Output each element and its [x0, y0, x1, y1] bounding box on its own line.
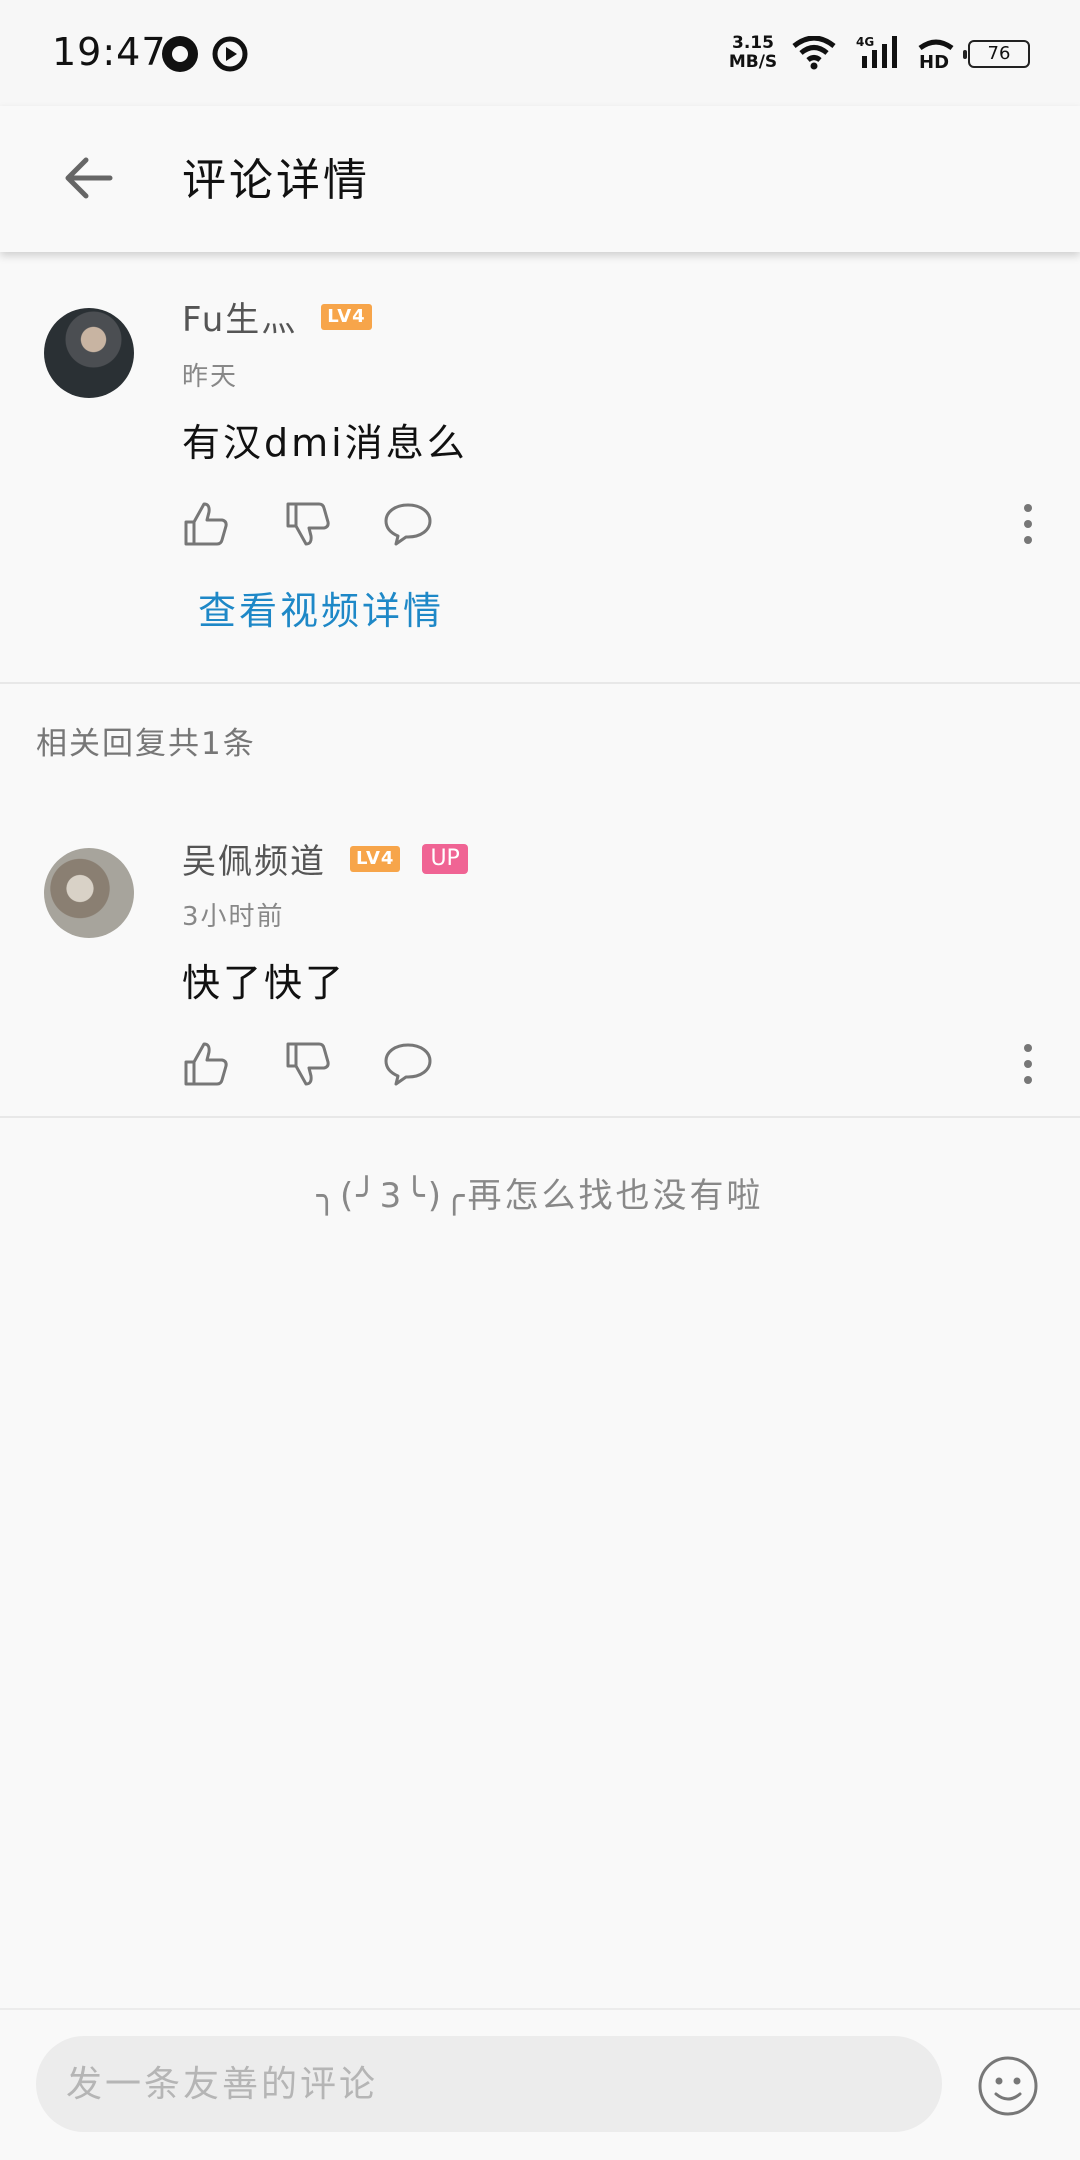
dislike-button[interactable] — [280, 496, 336, 552]
replies-count-label: 相关回复共1条 — [36, 726, 256, 762]
like-button[interactable] — [178, 496, 234, 552]
user-row: 吴佩频道 LV4 UP — [182, 834, 468, 883]
status-time: 19:47 — [52, 30, 167, 74]
up-badge: UP — [422, 843, 468, 874]
comment-input-bar — [0, 2008, 1080, 2160]
status-bar: 19:47 3.15 MB/S 4G HD 76 — [0, 0, 1080, 106]
signal-icon: 4G — [856, 34, 904, 74]
dislike-button[interactable] — [280, 1036, 336, 1092]
username[interactable]: 吴佩频道 — [182, 834, 326, 883]
page-title: 评论详情 — [182, 155, 370, 206]
like-icon — [184, 1042, 228, 1086]
avatar[interactable] — [44, 848, 134, 938]
back-arrow-icon — [65, 157, 113, 199]
comment-input[interactable] — [36, 2036, 942, 2132]
reply-icon — [384, 1043, 432, 1086]
username[interactable]: Fu生灬 — [182, 292, 297, 341]
net-speed-unit: MB/S — [728, 52, 778, 72]
back-button[interactable] — [52, 142, 124, 214]
view-video-link[interactable]: 查看视频详情 — [198, 580, 444, 635]
battery-level: 76 — [987, 43, 1011, 64]
net-speed: 3.15 MB/S — [728, 34, 778, 72]
divider — [0, 682, 1080, 684]
net-speed-value: 3.15 — [732, 33, 774, 53]
play-app-icon — [212, 36, 248, 72]
app-bar: 评论详情 — [0, 106, 1080, 252]
divider — [0, 1116, 1080, 1118]
reply-button[interactable] — [380, 1036, 436, 1092]
reply-icon — [384, 503, 432, 546]
emoji-icon — [978, 2056, 1038, 2116]
comment-actions — [178, 1036, 1058, 1096]
hd-call-icon: HD — [916, 34, 956, 74]
like-icon — [184, 502, 228, 546]
notification-app-icon — [162, 36, 198, 72]
comment-text: 快了快了 — [182, 961, 347, 1005]
like-button[interactable] — [178, 1036, 234, 1092]
comment-text: 有汉dmi消息么 — [182, 421, 468, 465]
comment-actions — [178, 496, 1058, 556]
battery-icon: 76 — [963, 40, 1030, 68]
more-icon — [1024, 1044, 1032, 1084]
avatar[interactable] — [44, 308, 134, 398]
reply-button[interactable] — [380, 496, 436, 552]
more-icon — [1024, 504, 1032, 544]
level-badge: LV4 — [350, 845, 401, 872]
more-button[interactable] — [1000, 496, 1056, 552]
user-row: Fu生灬 LV4 — [182, 292, 372, 341]
level-badge: LV4 — [321, 303, 372, 330]
dislike-icon — [286, 502, 330, 546]
comment-time: 昨天 — [182, 362, 239, 392]
network-type-label: 4G — [856, 35, 874, 49]
wifi-icon — [792, 35, 836, 74]
more-button[interactable] — [1000, 1036, 1056, 1092]
comment-time: 3小时前 — [182, 902, 285, 932]
hd-label: HD — [919, 52, 949, 70]
emoji-button[interactable] — [976, 2054, 1040, 2118]
end-of-list-message: ╮(╯3╰)╭再怎么找也没有啦 — [316, 1176, 764, 1216]
dislike-icon — [286, 1042, 330, 1086]
